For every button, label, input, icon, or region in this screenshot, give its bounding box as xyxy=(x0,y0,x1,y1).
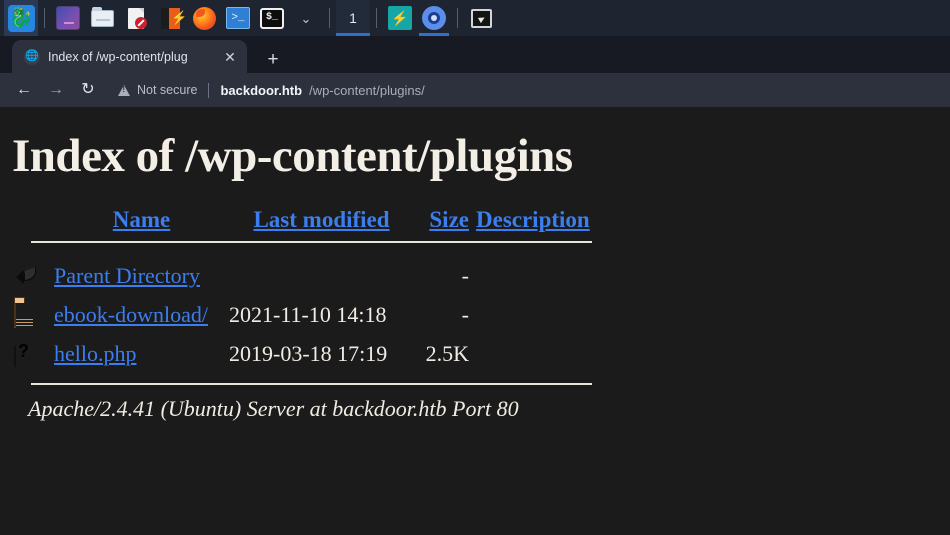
url-path: /wp-content/plugins/ xyxy=(309,82,425,98)
entry-link[interactable]: Parent Directory xyxy=(54,263,200,288)
sort-by-modified-link[interactable]: Last modified xyxy=(253,207,389,232)
sort-by-size-link[interactable]: Size xyxy=(429,207,469,232)
burp-suite-icon: ⚡ xyxy=(158,6,187,30)
globe-icon: 🌐 xyxy=(24,48,40,65)
desktop-taskbar: 🐉 ⚡ >_ $_ ⌄ 1 ⚡ xyxy=(0,0,950,36)
entry-link[interactable]: ebook-download/ xyxy=(54,302,208,327)
server-signature: Apache/2.4.41 (Ubuntu) Server at backdoo… xyxy=(28,396,519,421)
new-tab-button[interactable]: + xyxy=(259,45,287,73)
firefox-icon xyxy=(192,6,216,30)
workspace-indicator-1[interactable]: 1 xyxy=(336,0,370,36)
taskbar-item-firefox[interactable] xyxy=(187,0,221,36)
table-row: ebook-download/ 2021-11-10 14:18 - xyxy=(14,295,950,334)
terminal-small-icon xyxy=(470,8,492,28)
sort-by-name-link[interactable]: Name xyxy=(113,207,170,232)
taskbar-item-powershell[interactable]: >_ xyxy=(221,0,255,36)
listing-bottom-rule xyxy=(31,383,592,385)
browser-tab-strip: 🌐 Index of /wp-content/plug ✕ + xyxy=(0,36,950,73)
back-button[interactable]: ← xyxy=(8,75,40,105)
entry-size: 2.5K xyxy=(425,340,469,366)
kali-dragon-icon: 🐉 xyxy=(7,4,35,32)
taskbar-item-app-window[interactable] xyxy=(51,0,85,36)
browser-tab[interactable]: 🌐 Index of /wp-content/plug ✕ xyxy=(12,40,247,73)
security-status-label: Not secure xyxy=(137,83,198,97)
address-bar[interactable]: Not secure backdoor.htb/wp-content/plugi… xyxy=(118,77,425,103)
url-host: backdoor.htb xyxy=(220,82,303,98)
window-thumb-icon xyxy=(56,6,80,30)
chromium-icon xyxy=(422,6,446,30)
entry-modified: 2019-03-18 17:19 xyxy=(229,340,388,366)
folder-icon xyxy=(14,300,16,328)
close-icon[interactable]: ✕ xyxy=(221,48,239,66)
listing-top-rule xyxy=(31,241,592,243)
not-secure-warning-icon xyxy=(118,84,130,96)
folder-icon xyxy=(90,6,114,30)
taskbar-item-terminal[interactable]: $_ xyxy=(255,0,289,36)
tray-item-terminal[interactable] xyxy=(464,0,498,36)
tray-item-chromium[interactable] xyxy=(417,0,451,36)
entry-modified: 2021-11-10 14:18 xyxy=(229,301,387,327)
parent-directory-icon xyxy=(14,264,54,287)
browser-tab-title: Index of /wp-content/plug xyxy=(48,49,188,64)
taskbar-divider-2 xyxy=(329,8,330,28)
taskbar-item-kali-menu[interactable]: 🐉 xyxy=(4,0,38,36)
tray-item-teal-app[interactable]: ⚡ xyxy=(383,0,417,36)
powershell-icon: >_ xyxy=(226,7,250,29)
entry-size: - xyxy=(461,301,469,327)
taskbar-show-more-button[interactable]: ⌄ xyxy=(289,0,323,36)
document-deny-icon xyxy=(124,6,148,30)
terminal-icon: $_ xyxy=(260,7,284,29)
unknown-file-icon: ? xyxy=(14,339,29,367)
taskbar-item-document-viewer[interactable] xyxy=(119,0,153,36)
taskbar-divider-3 xyxy=(376,8,377,28)
taskbar-item-burp-suite[interactable]: ⚡ xyxy=(153,0,187,36)
taskbar-item-file-manager[interactable] xyxy=(85,0,119,36)
taskbar-divider-1 xyxy=(44,8,45,28)
entry-size: - xyxy=(461,262,469,288)
address-divider xyxy=(208,82,210,98)
listing-header-row: Name Last modified Size Description xyxy=(14,208,950,231)
taskbar-divider-4 xyxy=(457,8,458,28)
entry-link[interactable]: hello.php xyxy=(54,341,137,366)
reload-button[interactable]: ↻ xyxy=(72,75,104,105)
chevron-down-icon: ⌄ xyxy=(300,10,312,26)
table-row: Parent Directory - xyxy=(14,256,950,295)
browser-toolbar: ← → ↻ Not secure backdoor.htb/wp-content… xyxy=(0,73,950,107)
lightning-bolt-icon: ⚡ xyxy=(388,6,412,30)
page-content: Index of /wp-content/plugins Name Last m… xyxy=(0,107,950,535)
listing-rows: Parent Directory - ebook-download/ 2021-… xyxy=(14,256,950,373)
directory-listing: Name Last modified Size Description Pare… xyxy=(14,208,950,420)
page-title: Index of /wp-content/plugins xyxy=(12,130,573,182)
sort-by-description-link[interactable]: Description xyxy=(476,207,590,232)
table-row: ? hello.php 2019-03-18 17:19 2.5K xyxy=(14,334,950,373)
forward-button[interactable]: → xyxy=(40,75,72,105)
workspace-number: 1 xyxy=(349,10,357,26)
